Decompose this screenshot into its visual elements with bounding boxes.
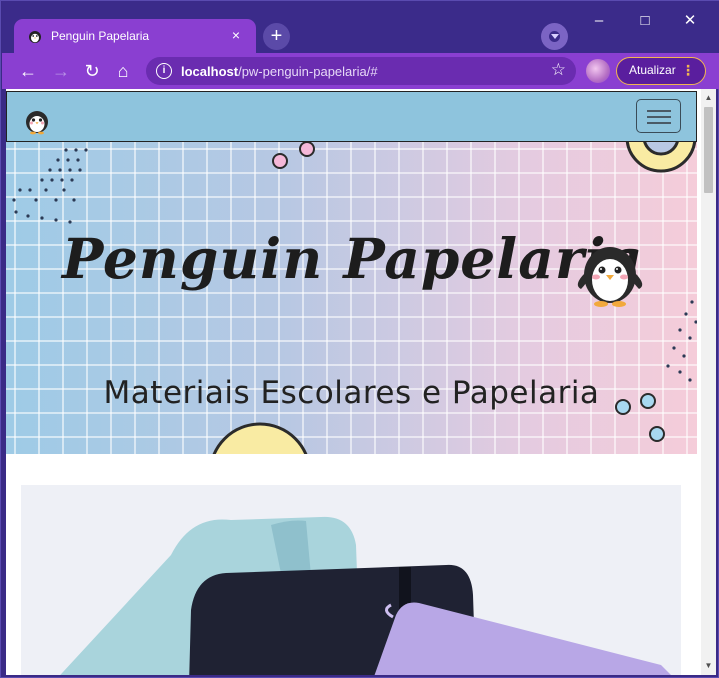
site-navbar — [6, 91, 697, 142]
scroll-up-icon[interactable]: ▲ — [704, 93, 713, 103]
tab-penguin-papelaria[interactable]: Penguin Papelaria × — [14, 19, 256, 53]
url-path: /pw-penguin-papelaria/# — [238, 64, 378, 79]
scroll-down-icon[interactable]: ▼ — [704, 661, 713, 671]
url-host: localhost — [181, 64, 239, 79]
tab-title: Penguin Papelaria — [51, 29, 150, 43]
penguin-favicon-icon — [29, 31, 41, 43]
page-viewport: Penguin Papelaria Materiais Escolares e … — [6, 89, 716, 675]
tab-search-icon[interactable] — [541, 23, 568, 50]
notebooks-image — [21, 485, 681, 675]
browser-toolbar: ← → ↻ ⌂ i localhost/pw-penguin-papelaria… — [2, 53, 719, 89]
hamburger-line — [647, 116, 671, 118]
window-close-button[interactable]: ✕ — [679, 11, 701, 31]
scrollbar-thumb[interactable] — [704, 107, 713, 193]
hamburger-line — [647, 122, 671, 124]
forward-icon[interactable]: → — [49, 59, 73, 83]
bookmark-star-icon[interactable]: ☆ — [551, 60, 566, 80]
hamburger-line — [647, 110, 671, 112]
update-label: Atualizar — [629, 63, 676, 77]
reload-icon[interactable]: ↻ — [80, 59, 104, 83]
navbar-toggle-button[interactable] — [636, 99, 681, 133]
menu-dots-icon: ⋮ — [681, 62, 695, 78]
site-info-icon[interactable]: i — [156, 63, 172, 79]
tab-strip: Penguin Papelaria × + – □ ✕ — [2, 1, 719, 53]
browser-window: Penguin Papelaria × + – □ ✕ ← → ↻ ⌂ i lo… — [0, 0, 719, 678]
back-icon[interactable]: ← — [16, 59, 40, 83]
url-text[interactable]: localhost/pw-penguin-papelaria/# — [181, 64, 378, 79]
page-scrollbar[interactable]: ▲ ▼ — [701, 89, 716, 675]
home-icon[interactable]: ⌂ — [111, 59, 135, 83]
penguin-mascot-icon — [577, 247, 643, 307]
hero-subtitle: Materiais Escolares e Papelaria — [103, 375, 600, 411]
hero-title: Penguin Papelaria — [62, 226, 644, 291]
minimize-button[interactable]: – — [588, 11, 610, 31]
new-tab-button[interactable]: + — [263, 23, 290, 50]
tab-close-icon[interactable]: × — [226, 25, 246, 45]
penguin-logo-icon[interactable] — [23, 107, 51, 135]
hero-banner: Penguin Papelaria Materiais Escolares e … — [6, 142, 697, 454]
update-button[interactable]: Atualizar ⋮ — [616, 57, 706, 85]
maximize-button[interactable]: □ — [634, 11, 656, 31]
notebooks-illustration — [21, 485, 681, 675]
address-bar[interactable]: i localhost/pw-penguin-papelaria/# ☆ — [146, 57, 576, 85]
profile-avatar[interactable] — [586, 59, 610, 83]
